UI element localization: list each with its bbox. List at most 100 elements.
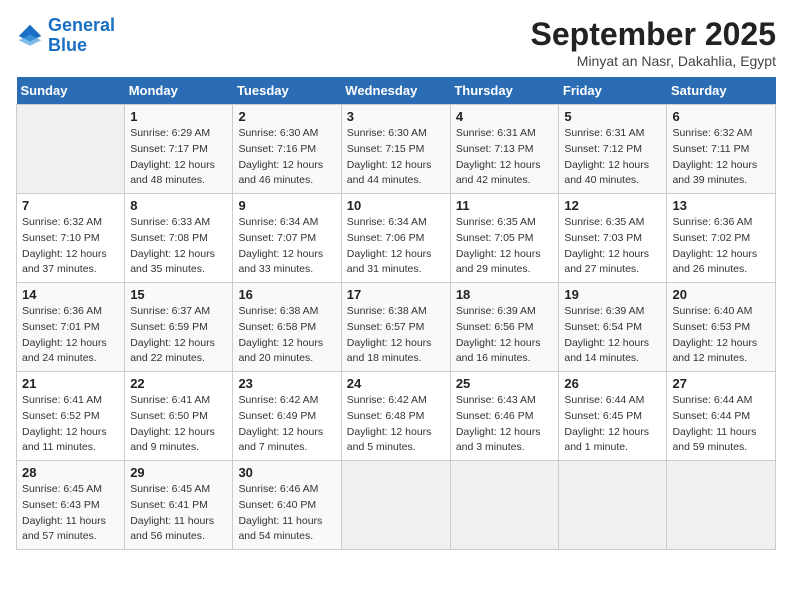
calendar-day-cell: 6Sunrise: 6:32 AMSunset: 7:11 PMDaylight… <box>667 105 776 194</box>
day-info: Sunrise: 6:40 AMSunset: 6:53 PMDaylight:… <box>672 304 770 367</box>
day-info: Sunrise: 6:30 AMSunset: 7:16 PMDaylight:… <box>238 126 335 189</box>
day-info: Sunrise: 6:45 AMSunset: 6:43 PMDaylight:… <box>22 482 119 545</box>
day-number: 3 <box>347 109 445 124</box>
day-info: Sunrise: 6:42 AMSunset: 6:48 PMDaylight:… <box>347 393 445 456</box>
calendar-day-cell: 13 Sunrise: 6:36 AMSunset: 7:02 PMDayligh… <box>667 194 776 283</box>
day-number: 4 <box>456 109 554 124</box>
weekday-header-cell: Monday <box>125 77 233 105</box>
calendar-day-cell: 29 Sunrise: 6:45 AMSunset: 6:41 PMDayligh… <box>125 461 233 550</box>
weekday-header-cell: Saturday <box>667 77 776 105</box>
day-info: Sunrise: 6:35 AMSunset: 7:05 PMDaylight:… <box>456 215 554 278</box>
calendar-day-cell: 15Sunrise: 6:37 AMSunset: 6:59 PMDayligh… <box>125 283 233 372</box>
day-number: 2 <box>238 109 335 124</box>
day-info: Sunrise: 6:33 AMSunset: 7:08 PMDaylight:… <box>130 215 227 278</box>
weekday-header-cell: Tuesday <box>233 77 341 105</box>
day-number: 14 <box>22 287 119 302</box>
day-number: 21 <box>22 376 119 391</box>
calendar-body: 1Sunrise: 6:29 AMSunset: 7:17 PMDaylight… <box>17 105 776 550</box>
day-number: 25 <box>456 376 554 391</box>
day-info: Sunrise: 6:39 AMSunset: 6:56 PMDaylight:… <box>456 304 554 367</box>
day-info: Sunrise: 6:36 AMSunset: 7:02 PMDaylight:… <box>672 215 770 278</box>
calendar-day-cell <box>341 461 450 550</box>
calendar-day-cell: 28 Sunrise: 6:45 AMSunset: 6:43 PMDayligh… <box>17 461 125 550</box>
calendar-day-cell: 14 Sunrise: 6:36 AMSunset: 7:01 PMDayligh… <box>17 283 125 372</box>
day-info: Sunrise: 6:34 AMSunset: 7:07 PMDaylight:… <box>238 215 335 278</box>
day-info: Sunrise: 6:35 AMSunset: 7:03 PMDaylight:… <box>564 215 661 278</box>
calendar-day-cell: 26 Sunrise: 6:44 AMSunset: 6:45 PMDayligh… <box>559 372 667 461</box>
weekday-header-cell: Friday <box>559 77 667 105</box>
calendar-week-row: 7Sunrise: 6:32 AMSunset: 7:10 PMDaylight… <box>17 194 776 283</box>
day-info: Sunrise: 6:42 AMSunset: 6:49 PMDaylight:… <box>238 393 335 456</box>
day-info: Sunrise: 6:31 AMSunset: 7:13 PMDaylight:… <box>456 126 554 189</box>
calendar-day-cell: 27 Sunrise: 6:44 AMSunset: 6:44 PMDayligh… <box>667 372 776 461</box>
day-number: 23 <box>238 376 335 391</box>
calendar-day-cell: 17 Sunrise: 6:38 AMSunset: 6:57 PMDayligh… <box>341 283 450 372</box>
day-info: Sunrise: 6:31 AMSunset: 7:12 PMDaylight:… <box>564 126 661 189</box>
calendar-day-cell: 9 Sunrise: 6:34 AMSunset: 7:07 PMDaylight… <box>233 194 341 283</box>
day-info: Sunrise: 6:41 AMSunset: 6:50 PMDaylight:… <box>130 393 227 456</box>
day-number: 9 <box>238 198 335 213</box>
day-info: Sunrise: 6:41 AMSunset: 6:52 PMDaylight:… <box>22 393 119 456</box>
calendar-day-cell: 12Sunrise: 6:35 AMSunset: 7:03 PMDayligh… <box>559 194 667 283</box>
calendar-day-cell: 7Sunrise: 6:32 AMSunset: 7:10 PMDaylight… <box>17 194 125 283</box>
day-info: Sunrise: 6:43 AMSunset: 6:46 PMDaylight:… <box>456 393 554 456</box>
day-info: Sunrise: 6:32 AMSunset: 7:10 PMDaylight:… <box>22 215 119 278</box>
day-info: Sunrise: 6:44 AMSunset: 6:44 PMDaylight:… <box>672 393 770 456</box>
day-number: 18 <box>456 287 554 302</box>
page-header: General Blue September 2025 Minyat an Na… <box>16 16 776 69</box>
day-number: 26 <box>564 376 661 391</box>
day-number: 29 <box>130 465 227 480</box>
day-number: 6 <box>672 109 770 124</box>
day-number: 20 <box>672 287 770 302</box>
weekday-header-cell: Wednesday <box>341 77 450 105</box>
day-info: Sunrise: 6:38 AMSunset: 6:57 PMDaylight:… <box>347 304 445 367</box>
calendar-day-cell: 5 Sunrise: 6:31 AMSunset: 7:12 PMDaylight… <box>559 105 667 194</box>
logo-line1: General <box>48 15 115 35</box>
calendar-week-row: 28 Sunrise: 6:45 AMSunset: 6:43 PMDayligh… <box>17 461 776 550</box>
day-number: 24 <box>347 376 445 391</box>
day-info: Sunrise: 6:45 AMSunset: 6:41 PMDaylight:… <box>130 482 227 545</box>
calendar-day-cell: 2 Sunrise: 6:30 AMSunset: 7:16 PMDaylight… <box>233 105 341 194</box>
calendar-day-cell <box>450 461 559 550</box>
calendar-day-cell: 20 Sunrise: 6:40 AMSunset: 6:53 PMDayligh… <box>667 283 776 372</box>
day-number: 10 <box>347 198 445 213</box>
day-info: Sunrise: 6:36 AMSunset: 7:01 PMDaylight:… <box>22 304 119 367</box>
calendar-week-row: 1Sunrise: 6:29 AMSunset: 7:17 PMDaylight… <box>17 105 776 194</box>
calendar-table: SundayMondayTuesdayWednesdayThursdayFrid… <box>16 77 776 550</box>
day-info: Sunrise: 6:39 AMSunset: 6:54 PMDaylight:… <box>564 304 661 367</box>
calendar-day-cell: 18 Sunrise: 6:39 AMSunset: 6:56 PMDayligh… <box>450 283 559 372</box>
day-number: 16 <box>238 287 335 302</box>
calendar-day-cell: 23 Sunrise: 6:42 AMSunset: 6:49 PMDayligh… <box>233 372 341 461</box>
logo: General Blue <box>16 16 115 56</box>
day-number: 5 <box>564 109 661 124</box>
day-info: Sunrise: 6:30 AMSunset: 7:15 PMDaylight:… <box>347 126 445 189</box>
day-number: 17 <box>347 287 445 302</box>
calendar-day-cell: 24 Sunrise: 6:42 AMSunset: 6:48 PMDayligh… <box>341 372 450 461</box>
calendar-day-cell <box>17 105 125 194</box>
calendar-day-cell <box>559 461 667 550</box>
day-info: Sunrise: 6:29 AMSunset: 7:17 PMDaylight:… <box>130 126 227 189</box>
month-title: September 2025 <box>531 16 776 53</box>
day-number: 27 <box>672 376 770 391</box>
calendar-day-cell: 21 Sunrise: 6:41 AMSunset: 6:52 PMDayligh… <box>17 372 125 461</box>
day-number: 28 <box>22 465 119 480</box>
calendar-day-cell: 11 Sunrise: 6:35 AMSunset: 7:05 PMDayligh… <box>450 194 559 283</box>
calendar-week-row: 14 Sunrise: 6:36 AMSunset: 7:01 PMDayligh… <box>17 283 776 372</box>
calendar-day-cell: 16Sunrise: 6:38 AMSunset: 6:58 PMDayligh… <box>233 283 341 372</box>
calendar-day-cell: 30Sunrise: 6:46 AMSunset: 6:40 PMDayligh… <box>233 461 341 550</box>
calendar-day-cell: 19 Sunrise: 6:39 AMSunset: 6:54 PMDayligh… <box>559 283 667 372</box>
calendar-day-cell: 3 Sunrise: 6:30 AMSunset: 7:15 PMDaylight… <box>341 105 450 194</box>
logo-text: General Blue <box>48 16 115 56</box>
day-number: 19 <box>564 287 661 302</box>
day-number: 11 <box>456 198 554 213</box>
calendar-day-cell: 25 Sunrise: 6:43 AMSunset: 6:46 PMDayligh… <box>450 372 559 461</box>
calendar-day-cell: 4 Sunrise: 6:31 AMSunset: 7:13 PMDaylight… <box>450 105 559 194</box>
calendar-week-row: 21 Sunrise: 6:41 AMSunset: 6:52 PMDayligh… <box>17 372 776 461</box>
calendar-day-cell: 10Sunrise: 6:34 AMSunset: 7:06 PMDayligh… <box>341 194 450 283</box>
day-info: Sunrise: 6:44 AMSunset: 6:45 PMDaylight:… <box>564 393 661 456</box>
day-number: 13 <box>672 198 770 213</box>
calendar-day-cell <box>667 461 776 550</box>
calendar-day-cell: 22Sunrise: 6:41 AMSunset: 6:50 PMDayligh… <box>125 372 233 461</box>
calendar-day-cell: 8Sunrise: 6:33 AMSunset: 7:08 PMDaylight… <box>125 194 233 283</box>
day-number: 15 <box>130 287 227 302</box>
